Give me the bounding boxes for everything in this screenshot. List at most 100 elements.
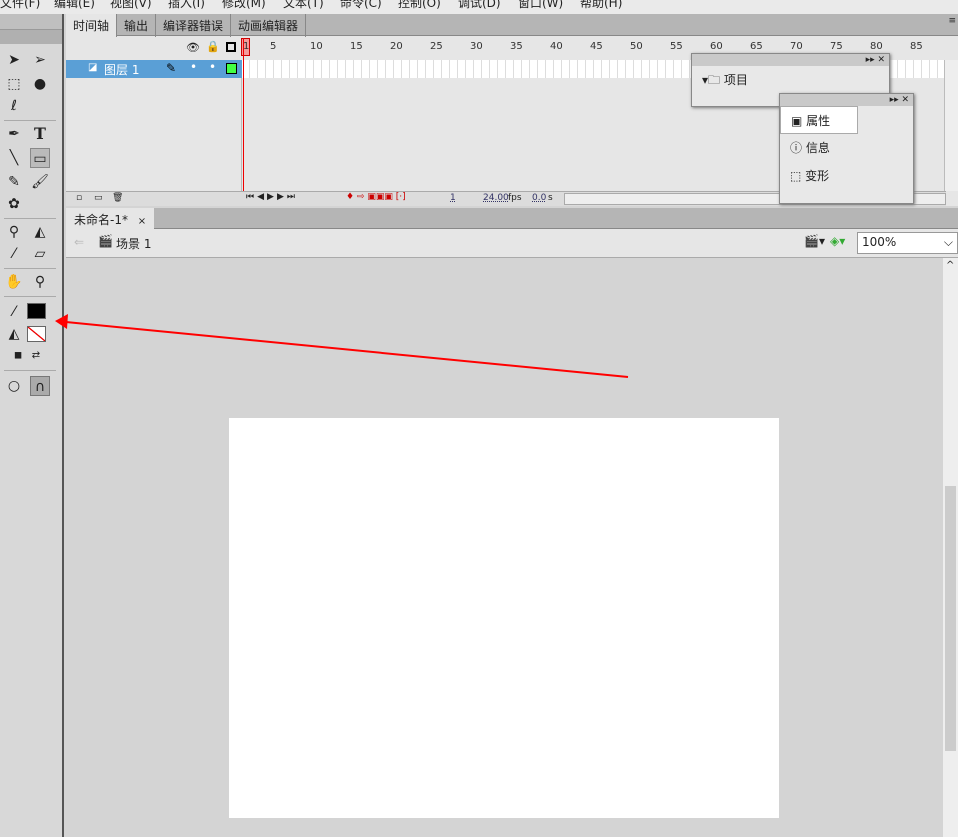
close-tab-icon[interactable]: ×	[138, 216, 146, 227]
properties-panel: ▸▸ ✕ ▣ 属性 ⓘ 信息 ⬚ 变形	[779, 93, 914, 204]
frame-number: 70	[790, 41, 803, 52]
scene-name: 场景 1	[116, 237, 152, 251]
object-drawing-icon[interactable]: ○	[4, 376, 24, 396]
bone-tool-icon[interactable]: ⚲	[4, 222, 24, 242]
layer-name[interactable]: 图层 1	[104, 61, 139, 78]
text-tool-icon[interactable]: T	[30, 124, 50, 144]
frame-number: 30	[470, 41, 483, 52]
new-folder-icon[interactable]: ▭	[94, 193, 103, 203]
eraser-icon[interactable]: ▱	[30, 244, 50, 264]
edit-bar: ⇐ 🎬 场景 1 🎬▾ ◈▾ 100% ⌵	[66, 229, 958, 258]
brush-tool-icon[interactable]: 🖌	[30, 172, 50, 192]
panel-item-project[interactable]: ▾🗀 项目	[692, 66, 889, 94]
stage[interactable]	[229, 418, 779, 818]
panel-item-info[interactable]: ⓘ 信息	[780, 134, 913, 162]
stage-vscroll[interactable]: ^	[943, 258, 958, 837]
3d-rotation-icon[interactable]: ●	[30, 74, 50, 94]
zoom-tool-icon[interactable]: ⚲	[30, 272, 50, 292]
line-tool-icon[interactable]: ╲	[4, 148, 24, 168]
toolbox-header	[0, 14, 62, 30]
frame-number: 35	[510, 41, 523, 52]
timeline-vscroll[interactable]	[944, 60, 958, 191]
layer-row[interactable]: ◪ 图层 1 ✎ • •	[66, 60, 242, 78]
delete-icon[interactable]: 🗑	[112, 193, 123, 203]
default-colors-icon[interactable]: ◼	[8, 346, 28, 366]
scene-icon: 🎬	[98, 234, 113, 248]
new-layer-icon[interactable]: ▫	[76, 193, 82, 203]
project-icon: ▾🗀	[702, 73, 721, 87]
selection-tool-icon[interactable]: ➤	[4, 50, 24, 70]
frame-number: 40	[550, 41, 563, 52]
current-frame[interactable]: 1	[450, 193, 456, 203]
menu-insert[interactable]: 插入(I)	[168, 0, 205, 11]
onion-icon[interactable]: ♦ ⇨ ▣▣▣ [·]	[346, 192, 406, 202]
menu-debug[interactable]: 调试(D)	[458, 0, 501, 11]
subselection-tool-icon[interactable]: ➢	[30, 50, 50, 70]
fill-color-swatch[interactable]	[27, 326, 46, 342]
paint-bucket-icon[interactable]: ◭	[30, 222, 50, 242]
frame-number: 15	[350, 41, 363, 52]
snap-magnet-icon[interactable]: ∩	[30, 376, 50, 396]
frame-number: 50	[630, 41, 643, 52]
menu-window[interactable]: 窗口(W)	[518, 0, 563, 11]
back-arrow-icon[interactable]: ⇐	[74, 235, 84, 249]
tab-output[interactable]: 输出	[117, 14, 157, 37]
frame-number: 25	[430, 41, 443, 52]
edit-symbols-icon[interactable]: ◈▾	[830, 234, 845, 248]
lock-icon[interactable]: 🔒	[206, 40, 220, 53]
panel-menu-icon[interactable]: ≡	[948, 16, 956, 26]
frame-number: 5	[270, 41, 277, 52]
pencil-tool-icon[interactable]: ✎	[4, 172, 24, 192]
tab-timeline[interactable]: 时间轴	[66, 14, 118, 37]
stroke-color-swatch[interactable]	[27, 303, 46, 319]
properties-icon: ▣	[791, 114, 803, 128]
menu-file[interactable]: 文件(F)	[0, 0, 40, 11]
pencil-icon: ✎	[166, 61, 177, 75]
fill-color-icon: ◭	[8, 326, 20, 342]
playhead-line	[243, 38, 244, 191]
menu-commands[interactable]: 命令(C)	[340, 0, 382, 11]
menu-text[interactable]: 文本(T)	[283, 0, 324, 11]
tab-compiler-errors[interactable]: 编译器错误	[156, 14, 232, 37]
outline-icon[interactable]	[226, 42, 236, 52]
chevron-down-icon: ⌵	[943, 235, 953, 249]
menu-bar: 文件(F) 编辑(E) 视图(V) 插入(I) 修改(M) 文本(T) 命令(C…	[0, 0, 958, 14]
frame-number: 55	[670, 41, 683, 52]
frame-number: 85	[910, 41, 923, 52]
edit-scene-icon[interactable]: 🎬▾	[804, 234, 825, 248]
menu-help[interactable]: 帮助(H)	[580, 0, 622, 11]
lasso-icon[interactable]: ℓ	[4, 96, 24, 116]
swap-colors-icon[interactable]: ⇄	[26, 346, 46, 366]
frame-number: 20	[390, 41, 403, 52]
menu-modify[interactable]: 修改(M)	[222, 0, 266, 11]
frame-number: 45	[590, 41, 603, 52]
deco-tool-icon[interactable]: ✿	[4, 194, 24, 214]
zoom-select[interactable]: 100% ⌵	[857, 232, 958, 254]
frame-number: 65	[750, 41, 763, 52]
panel-item-properties[interactable]: ▣ 属性	[780, 106, 858, 134]
layer-color-icon	[226, 63, 237, 74]
time-value[interactable]: 0.0	[532, 193, 546, 203]
fps-value[interactable]: 24.00	[483, 193, 509, 203]
stroke-color-icon: ⁄	[12, 304, 16, 320]
frame-number: 75	[830, 41, 843, 52]
eye-icon[interactable]: 👁	[186, 41, 200, 54]
pen-tool-icon[interactable]: ✒	[4, 124, 24, 144]
eyedropper-icon[interactable]: ⁄	[4, 244, 24, 264]
rectangle-tool-icon[interactable]: ▭	[30, 148, 50, 168]
tab-motion-editor[interactable]: 动画编辑器	[231, 14, 307, 37]
frame-number: 60	[710, 41, 723, 52]
document-tab[interactable]: 未命名-1* ×	[66, 208, 155, 229]
playback-controls[interactable]: ⏮◀▶▶⏭	[246, 192, 298, 202]
hand-tool-icon[interactable]: ✋	[4, 272, 24, 292]
layer-icon: ◪	[88, 62, 98, 73]
free-transform-icon[interactable]: ⬚	[4, 74, 24, 94]
info-icon: ⓘ	[790, 141, 803, 155]
menu-view[interactable]: 视图(V)	[110, 0, 152, 11]
toolbox: ➤ ➢ ⬚ ● ℓ ✒ T ╲ ▭ ✎ 🖌 ✿ ⚲ ◭ ⁄ ▱ ✋ ⚲ ⁄ ◭ …	[0, 14, 64, 837]
panel-item-transform[interactable]: ⬚ 变形	[780, 162, 913, 190]
menu-edit[interactable]: 编辑(E)	[54, 0, 95, 11]
transform-icon: ⬚	[790, 169, 802, 183]
menu-control[interactable]: 控制(O)	[398, 0, 441, 11]
frame-number: 10	[310, 41, 323, 52]
